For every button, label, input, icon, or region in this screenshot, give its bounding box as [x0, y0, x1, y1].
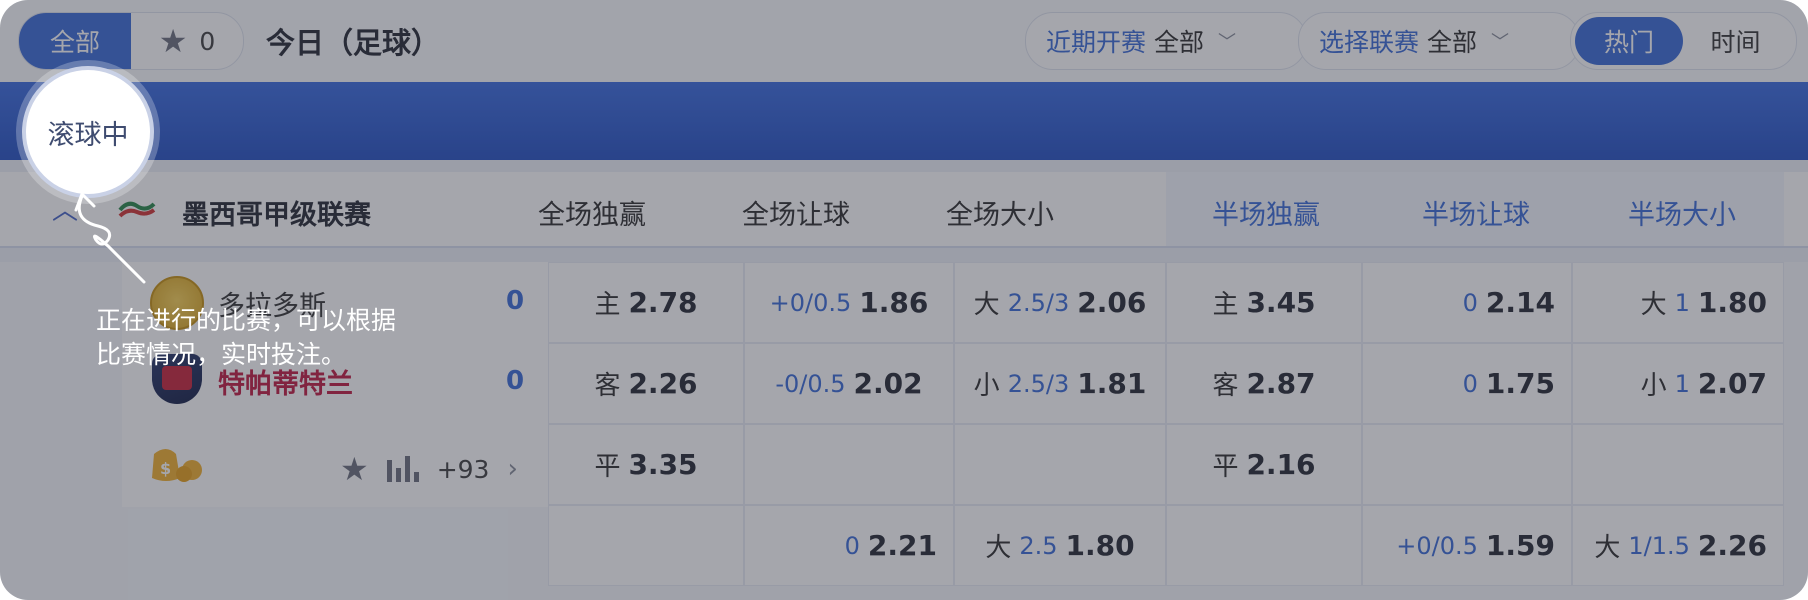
col-full-handicap: 全场让球: [742, 200, 850, 231]
odds-cell[interactable]: 小 2.5/3 1.81: [954, 343, 1166, 424]
odds-cell[interactable]: +0/0.5 1.86: [744, 262, 954, 343]
odds-cell[interactable]: 小 1 2.07: [1572, 343, 1784, 424]
hint-line-1: 正在进行的比赛，可以根据: [96, 306, 397, 335]
odds-cell[interactable]: 大 2.5 1.80: [954, 505, 1166, 586]
col-half-over-under: 半场大小: [1628, 200, 1736, 231]
filter-segment: 全部 ★ 0: [18, 12, 244, 70]
league-select-value: 全部: [1427, 28, 1478, 57]
chevron-down-icon: ﹀: [1491, 32, 1510, 53]
odds-cell[interactable]: 主 3.45: [1166, 262, 1362, 343]
favorites-count: 0: [199, 26, 216, 56]
all-tab[interactable]: 全部: [19, 13, 131, 69]
sort-hot-tab[interactable]: 热门: [1575, 17, 1683, 65]
star-icon[interactable]: ★: [340, 450, 369, 488]
league-select-label: 选择联赛: [1319, 28, 1420, 57]
empty-cell: [548, 505, 744, 586]
odds-cell[interactable]: -0/0.5 2.02: [744, 343, 954, 424]
sort-time-tab[interactable]: 时间: [1683, 23, 1788, 59]
money-bag-icon: $: [152, 449, 202, 482]
odds-cell[interactable]: 平 3.35: [548, 424, 744, 505]
odds-cell[interactable]: 0 1.75: [1362, 343, 1572, 424]
odds-cell[interactable]: 0 2.14: [1362, 262, 1572, 343]
col-half-1x2: 半场独赢: [1212, 200, 1320, 231]
odds-cell[interactable]: +0/0.5 1.59: [1362, 505, 1572, 586]
league-name: 墨西哥甲级联赛: [182, 200, 371, 231]
more-markets-count[interactable]: +93: [437, 455, 490, 484]
odds-cell[interactable]: 大 1 1.80: [1572, 262, 1784, 343]
svg-text:$: $: [160, 459, 171, 478]
favorites-tab[interactable]: ★ 0: [131, 13, 243, 69]
stats-icon[interactable]: [386, 456, 419, 482]
col-half-handicap: 半场让球: [1422, 200, 1530, 231]
odds-cell[interactable]: 平 2.16: [1166, 424, 1362, 505]
empty-cell: [1362, 424, 1572, 505]
chevron-right-icon[interactable]: ›: [507, 454, 517, 484]
top-bar: 全部 ★ 0 今日（足球） 近期开赛 全部 ﹀ 选择联赛 全部 ﹀ 热门 时间: [0, 0, 1808, 82]
chevron-down-icon: ﹀: [1218, 32, 1237, 53]
in-play-banner[interactable]: [0, 82, 1808, 160]
match-tools: ★ +93 ›: [340, 450, 518, 488]
empty-cell: [1166, 505, 1362, 586]
odds-cell[interactable]: 大 1/1.5 2.26: [1572, 505, 1784, 586]
recent-start-value: 全部: [1154, 28, 1205, 57]
empty-cell: [1572, 424, 1784, 505]
recent-start-filter[interactable]: 近期开赛 全部 ﹀: [1025, 12, 1307, 70]
onboarding-hint: 正在进行的比赛，可以根据 比赛情况，实时投注。: [96, 304, 396, 372]
odds-cell[interactable]: 主 2.78: [548, 262, 744, 343]
spotlight-label: 滚球中: [47, 119, 129, 151]
col-full-over-under: 全场大小: [946, 200, 1054, 231]
home-score: 0: [506, 286, 525, 316]
recent-start-label: 近期开赛: [1046, 28, 1147, 57]
odds-cell[interactable]: 大 2.5/3 2.06: [954, 262, 1166, 343]
in-play-spotlight[interactable]: 滚球中: [22, 66, 154, 198]
empty-cell: [744, 424, 954, 505]
app-frame: 全部 ★ 0 今日（足球） 近期开赛 全部 ﹀ 选择联赛 全部 ﹀ 热门 时间 …: [0, 0, 1808, 600]
hint-arrow-icon: [74, 192, 146, 284]
col-full-1x2: 全场独赢: [538, 200, 646, 231]
odds-cell[interactable]: 0 2.21: [744, 505, 954, 586]
sort-segment: 热门 时间: [1570, 12, 1797, 70]
league-select-filter[interactable]: 选择联赛 全部 ﹀: [1298, 12, 1580, 70]
odds-cell[interactable]: 客 2.87: [1166, 343, 1362, 424]
page-title: 今日（足球）: [266, 26, 441, 60]
odds-cell[interactable]: 客 2.26: [548, 343, 744, 424]
hint-line-2: 比赛情况，实时投注。: [96, 340, 347, 369]
star-icon: ★: [158, 22, 188, 60]
away-score: 0: [506, 366, 525, 396]
empty-cell: [954, 424, 1166, 505]
